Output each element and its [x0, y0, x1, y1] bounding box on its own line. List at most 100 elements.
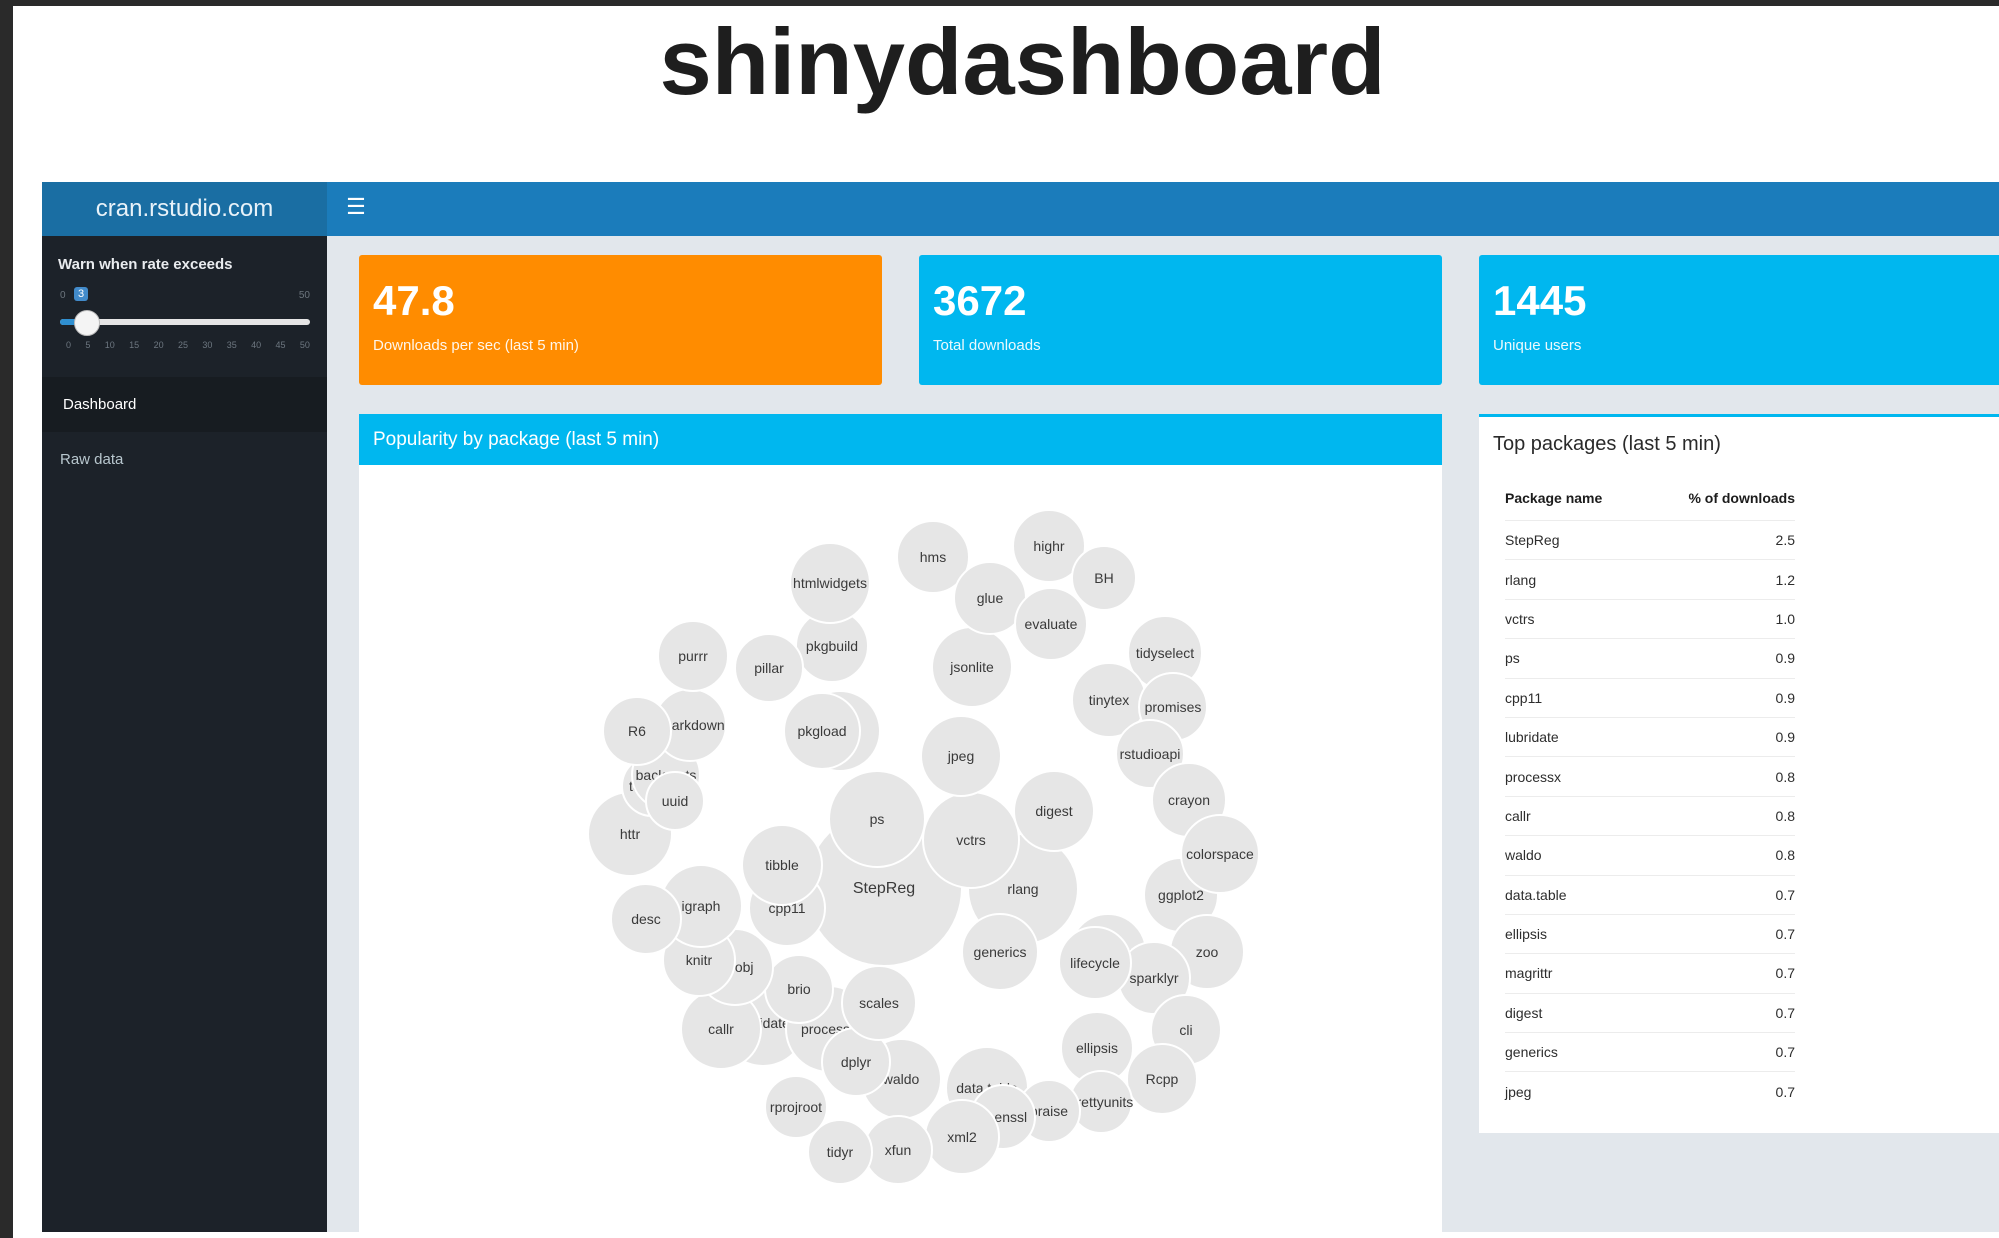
bubble-htmlwidgets[interactable]: htmlwidgets — [789, 542, 871, 624]
pct-downloads-cell: 0.9 — [1775, 689, 1795, 706]
slider-handle[interactable] — [74, 310, 100, 336]
bubble-label: ps — [870, 811, 885, 827]
popularity-box-header: Popularity by package (last 5 min) — [359, 414, 1442, 465]
bubble-uuid[interactable]: uuid — [645, 771, 705, 831]
bubble-digest[interactable]: digest — [1013, 770, 1095, 852]
pct-downloads-cell: 0.7 — [1775, 926, 1795, 943]
pct-downloads-cell: 1.0 — [1775, 610, 1795, 627]
valuebox-value: 3672 — [933, 277, 1027, 324]
bubble-evaluate[interactable]: evaluate — [1014, 587, 1088, 661]
bubble-vctrs[interactable]: vctrs — [922, 791, 1020, 889]
bubble-label: rstudioapi — [1120, 746, 1181, 762]
valuebox-total-downloads: 3672 Total downloads — [919, 255, 1442, 385]
pct-downloads-cell: 0.9 — [1775, 650, 1795, 667]
app-logo[interactable]: cran.rstudio.com — [42, 182, 327, 236]
package-name-cell: cpp11 — [1505, 689, 1543, 706]
bubble-label: igraph — [682, 898, 721, 914]
valuebox-subtitle: Total downloads — [933, 337, 1041, 354]
bubble-ps[interactable]: ps — [828, 770, 926, 868]
slider-tick: 50 — [299, 340, 310, 350]
bubble-lifecycle[interactable]: lifecycle — [1058, 926, 1132, 1000]
package-name-cell: rlang — [1505, 571, 1537, 588]
bubble-label: sparklyr — [1129, 970, 1178, 986]
package-name-cell: processx — [1505, 768, 1562, 785]
pct-downloads-cell: 0.7 — [1775, 1044, 1795, 1061]
package-name-cell: generics — [1505, 1044, 1558, 1061]
bubble-label: jsonlite — [949, 659, 994, 675]
bubble-label: pkgbuild — [806, 638, 858, 654]
table-row: jpeg 0.7 — [1505, 1071, 1795, 1110]
bubble-label: desc — [631, 911, 661, 927]
package-name-cell: ps — [1505, 650, 1520, 667]
bubble-purrr[interactable]: purrr — [657, 620, 729, 692]
bubble-label: ellipsis — [1076, 1040, 1118, 1056]
bubble-label: ggplot2 — [1158, 887, 1204, 903]
bubble-label: tibble — [765, 857, 799, 873]
bubble-jpeg[interactable]: jpeg — [920, 715, 1002, 797]
valuebox-value: 1445 — [1493, 277, 1587, 324]
bubble-xfun[interactable]: xfun — [863, 1115, 933, 1185]
table-row: waldo 0.8 — [1505, 835, 1795, 874]
bubble-label: crayon — [1168, 792, 1210, 808]
bubble-label: htmlwidgets — [793, 575, 867, 591]
bubble-scales[interactable]: scales — [841, 965, 917, 1041]
package-name-cell: jpeg — [1505, 1083, 1532, 1100]
bubble-label: vctrs — [956, 832, 986, 848]
bubble-label: uuid — [662, 793, 688, 809]
bubble-label: purrr — [678, 648, 708, 664]
bubble-label: hms — [920, 549, 946, 565]
table-header: Package name % of downloads — [1505, 490, 1795, 506]
bubble-label: dplyr — [841, 1054, 872, 1070]
bubble-label: jpeg — [947, 748, 974, 764]
bubble-label: brio — [787, 981, 811, 997]
pct-downloads-cell: 1.2 — [1775, 571, 1795, 588]
table-row: lubridate 0.9 — [1505, 716, 1795, 756]
slider-value: 3 — [74, 287, 89, 301]
bubble-pillar[interactable]: pillar — [734, 633, 804, 703]
bubble-rcpp[interactable]: Rcpp — [1126, 1043, 1198, 1115]
pct-downloads-cell: 0.9 — [1775, 729, 1795, 746]
pct-downloads-cell: 0.7 — [1775, 886, 1795, 903]
column-header-pct: % of downloads — [1688, 490, 1795, 506]
bubble-brio[interactable]: brio — [764, 954, 834, 1024]
pct-downloads-cell: 0.7 — [1775, 965, 1795, 982]
bubble-bh[interactable]: BH — [1071, 545, 1137, 611]
column-header-package: Package name — [1505, 490, 1603, 506]
slide: shinydashboard cran.rstudio.com ☰ Warn w… — [13, 6, 1999, 1238]
top-navbar: ☰ — [327, 182, 1999, 236]
valuebox-value: 47.8 — [373, 277, 455, 324]
pct-downloads-cell: 0.8 — [1775, 768, 1795, 785]
rate-slider[interactable]: 0 50 3 0 5 10 15 20 25 30 35 40 45 50 — [60, 284, 310, 354]
bubble-desc[interactable]: desc — [610, 883, 682, 955]
bubble-label: colorspace — [1186, 846, 1254, 862]
bubble-label: rlang — [1007, 881, 1038, 897]
slide-title: shinydashboard — [659, 9, 1386, 114]
package-name-cell: lubridate — [1505, 729, 1559, 746]
table-row: generics 0.7 — [1505, 1032, 1795, 1071]
bubble-rprojroot[interactable]: rprojroot — [764, 1075, 828, 1139]
top-packages-title: Top packages (last 5 min) — [1493, 433, 1721, 455]
slider-tick: 5 — [85, 340, 91, 350]
slider-min: 0 — [60, 290, 66, 301]
bubble-pkgload[interactable]: pkgload — [783, 692, 861, 770]
bubble-tibble[interactable]: tibble — [741, 824, 823, 906]
slider-tick: 35 — [226, 340, 237, 350]
table-row: digest 0.7 — [1505, 992, 1795, 1032]
bubble-generics[interactable]: generics — [961, 913, 1039, 991]
hamburger-icon[interactable]: ☰ — [345, 196, 367, 218]
package-name-cell: data.table — [1505, 886, 1567, 903]
package-name-cell: waldo — [1505, 847, 1542, 864]
bubble-colorspace[interactable]: colorspace — [1180, 814, 1260, 894]
sidebar-item-raw-data[interactable]: Raw data — [42, 432, 327, 487]
bubble-jsonlite[interactable]: jsonlite — [931, 626, 1013, 708]
bubble-xml2[interactable]: xml2 — [924, 1099, 1000, 1175]
sidebar-item-dashboard[interactable]: Dashboard — [42, 377, 327, 432]
bubble-r6[interactable]: R6 — [602, 696, 672, 766]
bubble-label: generics — [974, 944, 1027, 960]
sidebar-menu: Dashboard Raw data — [42, 377, 327, 487]
pct-downloads-cell: 0.8 — [1775, 807, 1795, 824]
pct-downloads-cell: 0.8 — [1775, 847, 1795, 864]
valuebox-subtitle: Unique users — [1493, 337, 1582, 354]
bubble-label: tidyselect — [1136, 645, 1194, 661]
table-row: StepReg 2.5 — [1505, 520, 1795, 559]
